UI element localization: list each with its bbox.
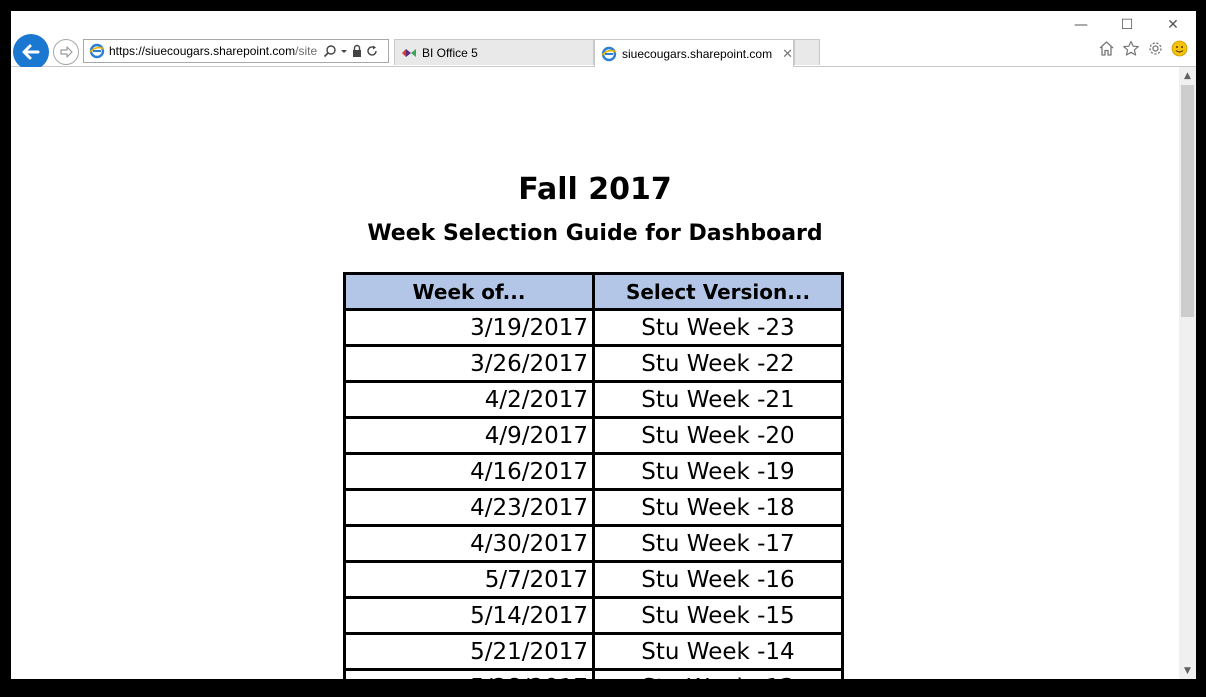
close-tab-icon[interactable]: ✕ [782, 46, 793, 62]
table-row: 5/21/2017 Stu Week -14 [343, 632, 844, 671]
version-cell: Stu Week -14 [592, 632, 844, 671]
scroll-down-button[interactable]: ▼ [1179, 662, 1196, 679]
tab-bi-office[interactable]: BI Office 5 [394, 39, 594, 65]
column-header-select-version: Select Version... [592, 272, 844, 311]
week-date-cell: 5/7/2017 [343, 560, 595, 599]
browser-window: — ☐ ✕ https://siuecougars.sharepoint.com… [11, 11, 1196, 679]
arrow-left-icon [22, 44, 40, 60]
week-date-cell: 4/9/2017 [343, 416, 595, 455]
new-tab-button[interactable] [794, 39, 820, 65]
version-cell: Stu Week -19 [592, 452, 844, 491]
version-cell: Stu Week -23 [592, 308, 844, 347]
version-cell: Stu Week -20 [592, 416, 844, 455]
maximize-button[interactable]: ☐ [1104, 11, 1150, 39]
browser-toolbar [1098, 40, 1188, 57]
ie-favicon-icon [89, 43, 105, 59]
table-row: 4/9/2017 Stu Week -20 [343, 416, 844, 455]
tab-sharepoint[interactable]: siuecougars.sharepoint.com ✕ [594, 39, 794, 67]
lock-icon[interactable] [351, 44, 363, 58]
search-icon[interactable] [323, 44, 337, 58]
url-scheme: https://siuecougars. [109, 44, 214, 58]
table-row: 4/30/2017 Stu Week -17 [343, 524, 844, 563]
version-cell: Stu Week -15 [592, 596, 844, 635]
url-path: /site [295, 44, 318, 58]
table-row: 4/2/2017 Stu Week -21 [343, 380, 844, 419]
week-date-cell: 4/16/2017 [343, 452, 595, 491]
week-date-cell: 3/19/2017 [343, 308, 595, 347]
table-row: 5/28/2017 Stu Week -13 [343, 668, 844, 679]
vertical-scrollbar[interactable]: ▲ ▼ [1179, 67, 1196, 679]
week-date-cell: 4/2/2017 [343, 380, 595, 419]
scroll-up-button[interactable]: ▲ [1179, 67, 1196, 84]
close-button[interactable]: ✕ [1150, 11, 1196, 39]
version-cell: Stu Week -22 [592, 344, 844, 383]
version-cell: Stu Week -16 [592, 560, 844, 599]
version-cell: Stu Week -13 [592, 668, 844, 679]
table-row: 4/23/2017 Stu Week -18 [343, 488, 844, 527]
page-subtitle: Week Selection Guide for Dashboard [367, 221, 823, 246]
favorites-star-icon[interactable] [1122, 40, 1140, 57]
week-date-cell: 5/21/2017 [343, 632, 595, 671]
arrow-right-icon [60, 46, 73, 58]
column-header-week-of: Week of... [343, 272, 595, 311]
minimize-button[interactable]: — [1058, 11, 1104, 39]
page-title: Fall 2017 [518, 172, 672, 207]
url-domain: sharepoint.com [213, 44, 296, 58]
version-cell: Stu Week -18 [592, 488, 844, 527]
week-date-cell: 4/23/2017 [343, 488, 595, 527]
table-row: 5/7/2017 Stu Week -16 [343, 560, 844, 599]
week-date-cell: 5/14/2017 [343, 596, 595, 635]
week-selection-table: Week of... Select Version... 3/19/2017 S… [343, 272, 844, 679]
refresh-icon[interactable] [366, 44, 378, 58]
week-date-cell: 3/26/2017 [343, 344, 595, 383]
page-viewport: Fall 2017 Week Selection Guide for Dashb… [11, 67, 1179, 679]
tab-label: siuecougars.sharepoint.com [622, 46, 773, 61]
bi-office-favicon-icon [401, 45, 417, 61]
title-bar: — ☐ ✕ https://siuecougars.sharepoint.com… [11, 11, 1196, 70]
address-bar[interactable]: https://siuecougars.sharepoint.com/site [83, 39, 389, 63]
version-cell: Stu Week -17 [592, 524, 844, 563]
forward-button[interactable] [53, 39, 79, 65]
dropdown-icon[interactable] [340, 44, 348, 58]
table-header-row: Week of... Select Version... [343, 272, 844, 311]
week-date-cell: 5/28/2017 [343, 668, 595, 679]
scroll-thumb[interactable] [1181, 85, 1194, 317]
week-date-cell: 4/30/2017 [343, 524, 595, 563]
version-cell: Stu Week -21 [592, 380, 844, 419]
window-controls: — ☐ ✕ [1058, 11, 1196, 39]
feedback-smiley-icon[interactable] [1171, 40, 1188, 57]
ie-favicon-icon [601, 46, 617, 62]
back-button[interactable] [13, 34, 49, 70]
table-row: 3/26/2017 Stu Week -22 [343, 344, 844, 383]
gear-icon[interactable] [1147, 40, 1164, 57]
home-icon[interactable] [1098, 40, 1115, 57]
table-row: 4/16/2017 Stu Week -19 [343, 452, 844, 491]
tab-label: BI Office 5 [422, 45, 478, 60]
table-row: 3/19/2017 Stu Week -23 [343, 308, 844, 347]
table-row: 5/14/2017 Stu Week -15 [343, 596, 844, 635]
address-url[interactable]: https://siuecougars.sharepoint.com/site [109, 44, 319, 58]
